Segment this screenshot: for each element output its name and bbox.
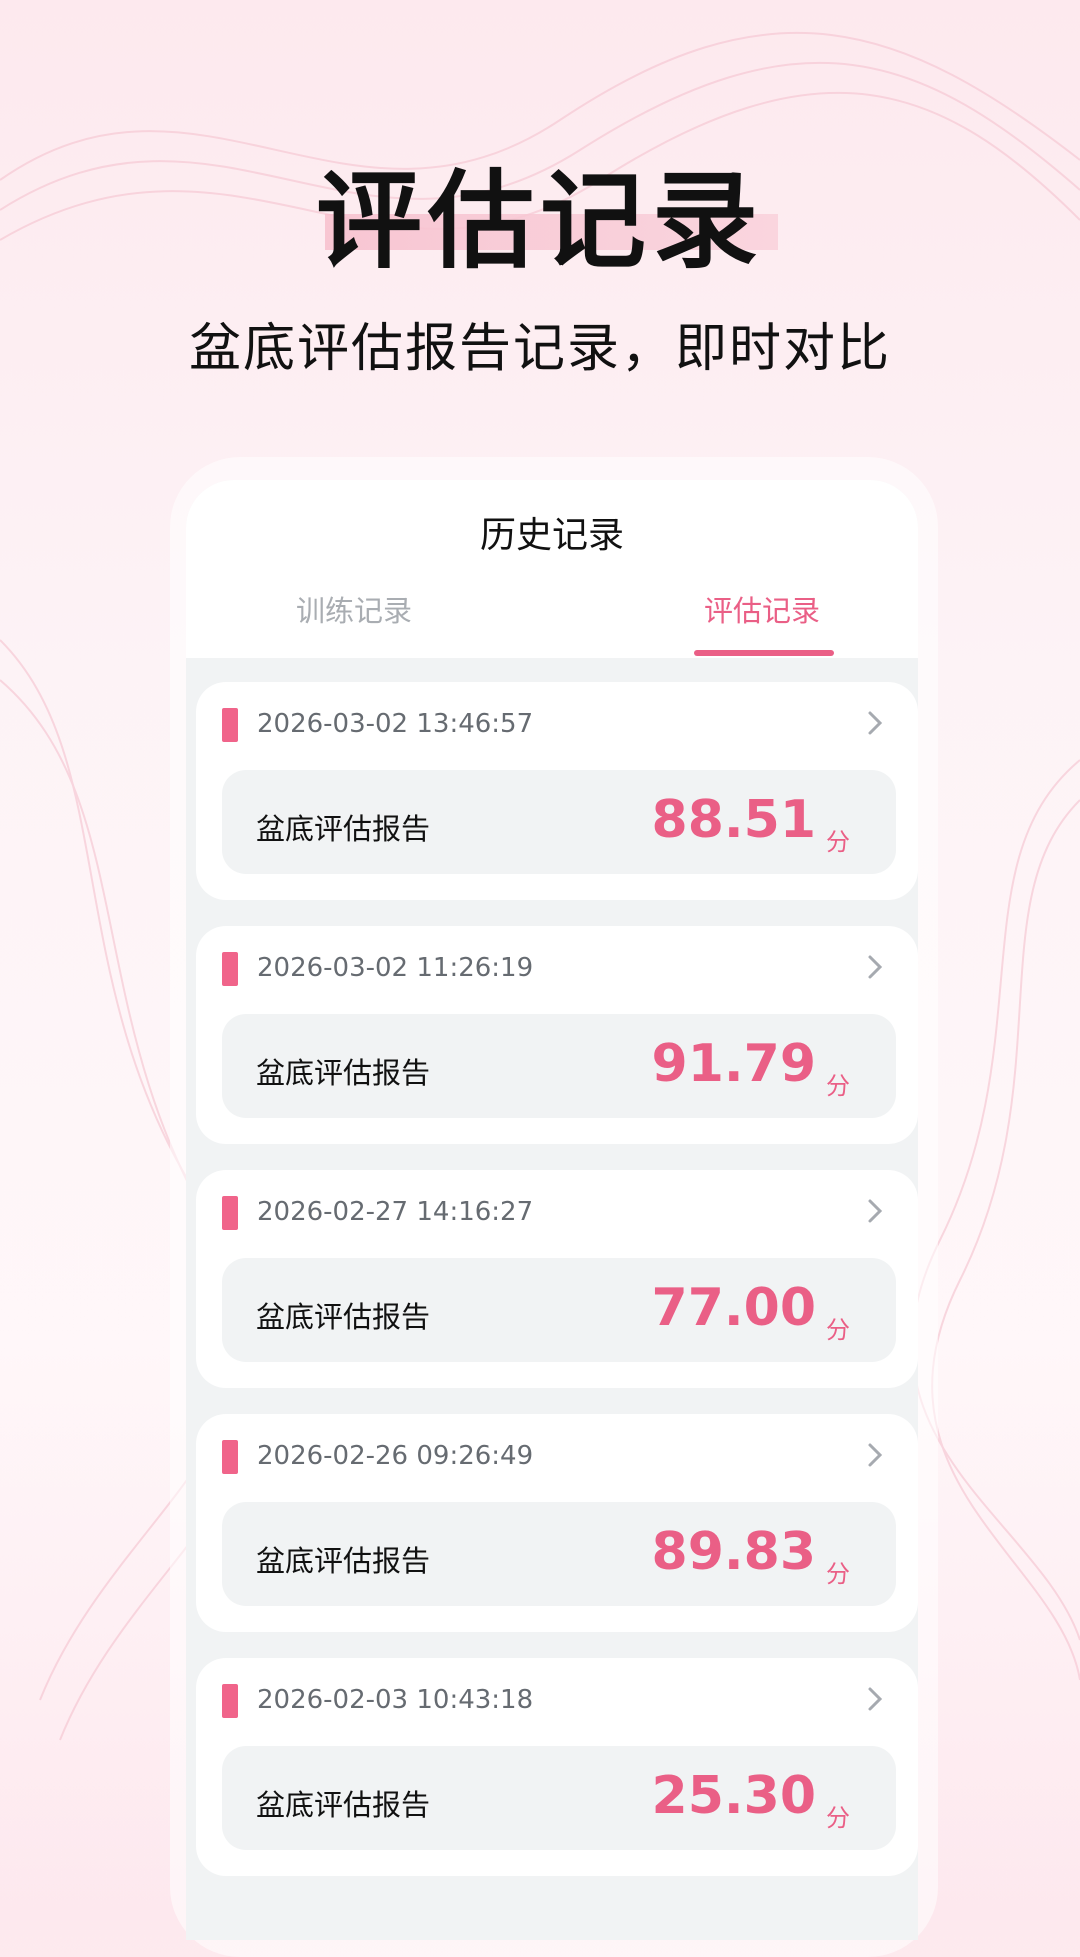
chevron-right-icon[interactable] — [862, 1440, 888, 1470]
record-marker-icon — [222, 1684, 238, 1718]
record-score: 77.00 — [651, 1278, 816, 1338]
page-title: 历史记录 — [479, 515, 624, 556]
record-body: 盆底评估报告 88.51 分 — [222, 770, 896, 874]
record-name: 盆底评估报告 — [256, 1300, 431, 1334]
record-body: 盆底评估报告 77.00 分 — [222, 1258, 896, 1362]
record-body: 盆底评估报告 25.30 分 — [222, 1746, 896, 1850]
record-card[interactable]: 2026-03-02 13:46:57 盆底评估报告 88.51 分 — [196, 682, 918, 900]
record-name: 盆底评估报告 — [256, 1788, 431, 1822]
record-marker-icon — [222, 708, 238, 742]
record-card[interactable]: 2026-02-03 10:43:18 盆底评估报告 25.30 分 — [196, 1658, 918, 1876]
record-datetime: 2026-02-03 10:43:18 — [257, 1685, 534, 1715]
record-score-unit: 分 — [826, 1560, 850, 1588]
chevron-right-icon[interactable] — [862, 708, 888, 738]
record-datetime: 2026-02-26 09:26:49 — [257, 1441, 534, 1471]
record-score-unit: 分 — [826, 1316, 850, 1344]
record-datetime: 2026-03-02 13:46:57 — [257, 709, 534, 739]
record-marker-icon — [222, 1440, 238, 1474]
record-score: 89.83 — [651, 1522, 816, 1582]
record-marker-icon — [222, 1196, 238, 1230]
record-marker-icon — [222, 952, 238, 986]
record-name: 盆底评估报告 — [256, 1544, 431, 1578]
record-body: 盆底评估报告 91.79 分 — [222, 1014, 896, 1118]
active-tab-indicator — [694, 650, 834, 656]
record-card[interactable]: 2026-02-27 14:16:27 盆底评估报告 77.00 分 — [196, 1170, 918, 1388]
record-body: 盆底评估报告 89.83 分 — [222, 1502, 896, 1606]
record-score: 91.79 — [651, 1034, 816, 1094]
record-name: 盆底评估报告 — [256, 812, 431, 846]
hero-title: 评估记录 — [316, 160, 764, 283]
record-score-unit: 分 — [826, 1804, 850, 1832]
record-datetime: 2026-02-27 14:16:27 — [257, 1197, 534, 1227]
record-list: 2026-03-02 13:46:57 盆底评估报告 88.51 分 2026-… — [196, 682, 918, 1902]
record-name: 盆底评估报告 — [256, 1056, 431, 1090]
record-card[interactable]: 2026-03-02 11:26:19 盆底评估报告 91.79 分 — [196, 926, 918, 1144]
screen-header: 历史记录 训练记录 评估记录 — [186, 480, 918, 658]
record-card[interactable]: 2026-02-26 09:26:49 盆底评估报告 89.83 分 — [196, 1414, 918, 1632]
tab-assessment-records[interactable]: 评估记录 — [704, 588, 820, 630]
chevron-right-icon[interactable] — [862, 952, 888, 982]
record-score: 88.51 — [651, 790, 816, 850]
hero-subtitle: 盆底评估报告记录，即时对比 — [188, 319, 891, 379]
record-score: 25.30 — [651, 1766, 816, 1826]
record-score-unit: 分 — [826, 828, 850, 856]
record-datetime: 2026-03-02 11:26:19 — [257, 953, 534, 983]
phone-screen: 历史记录 训练记录 评估记录 2026-03-02 13:46:57 盆底评估报… — [186, 480, 918, 1940]
tab-training-records[interactable]: 训练记录 — [296, 588, 412, 630]
chevron-right-icon[interactable] — [862, 1196, 888, 1226]
record-score-unit: 分 — [826, 1072, 850, 1100]
chevron-right-icon[interactable] — [862, 1684, 888, 1714]
